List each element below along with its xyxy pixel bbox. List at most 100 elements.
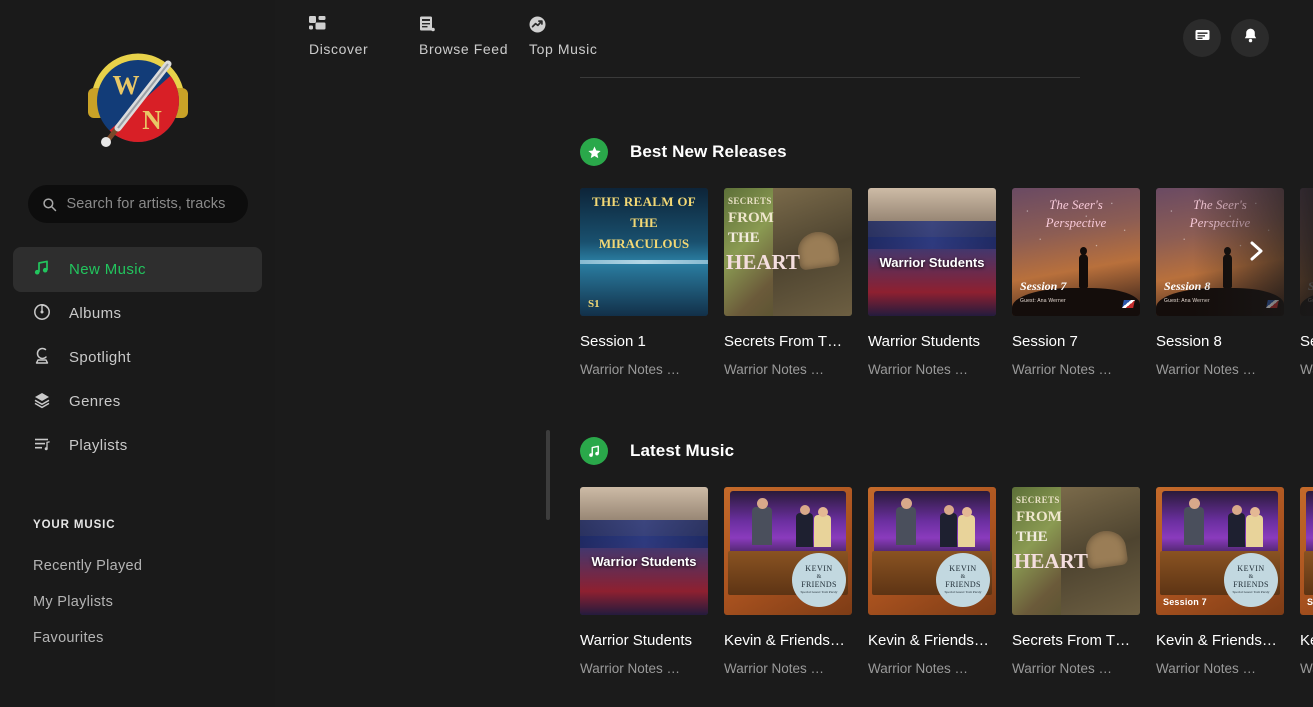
album-artist: Warrior Notes … [724, 362, 825, 377]
section-latest-music: Latest Music Warrior Students Warrior St… [275, 437, 1313, 676]
album-artist: Warrior Notes … [1012, 661, 1113, 676]
sidebar-nav: New Music Albums Spotlight Genres Playli… [0, 247, 275, 467]
album-card[interactable]: KEVIN & FRIENDS Special Guest: Tom Parsl… [724, 487, 868, 676]
album-cover[interactable]: The Seer's Perspective Session 1 Guest: … [1300, 188, 1313, 316]
star-circle-icon [580, 138, 608, 166]
tab-top-music[interactable]: Top Music [529, 14, 639, 57]
album-cover[interactable]: Warrior Students [868, 188, 996, 316]
album-cover[interactable]: KEVIN & FRIENDS Special Guest: Tom Parsl… [1156, 487, 1284, 615]
cover-text: Warrior Students [879, 254, 985, 270]
album-artist: Warrior Notes … [868, 661, 969, 676]
album-title: Secrets From T… [1012, 632, 1131, 649]
cover-session-label: Session 7 [1163, 597, 1207, 607]
album-cover[interactable]: KEVIN & FRIENDS Special Guest: Tom Parsl… [868, 487, 996, 615]
card-row: THE REALM OF THE MIRACULOUS S1 Session 1… [580, 188, 1313, 377]
sidebar-item-my-playlists[interactable]: My Playlists [0, 584, 275, 620]
album-title: Warrior Students [868, 333, 980, 350]
album-title: Secrets From T… [724, 333, 843, 350]
cover-text: FRIENDS [1233, 579, 1269, 589]
sidebar-item-label: Playlists [69, 437, 128, 454]
music-note-circle-icon [580, 437, 608, 465]
search-input[interactable]: Search for artists, tracks [27, 185, 248, 223]
album-cover[interactable]: THE REALM OF THE MIRACULOUS S1 [580, 188, 708, 316]
svg-text:W: W [112, 70, 139, 100]
album-card[interactable]: The Seer's Perspective Session 1 Guest: … [1300, 188, 1313, 377]
sidebar-item-spotlight[interactable]: Spotlight [13, 335, 262, 380]
sidebar-item-playlists[interactable]: Playlists [13, 423, 262, 468]
next-arrow-button[interactable] [1241, 236, 1271, 266]
album-title: Session 8 [1156, 333, 1222, 350]
cover-text: Perspective [1045, 215, 1107, 230]
album-artist: Warrior Notes … [1012, 362, 1113, 377]
album-artist: Warrior Notes … [1300, 661, 1313, 676]
cover-text: THE [630, 215, 658, 230]
sidebar-item-label: New Music [69, 261, 146, 278]
chevron-right-icon [1250, 241, 1263, 261]
sidebar-item-recently-played[interactable]: Recently Played [0, 548, 275, 584]
album-title: Kevin & Friends… [1156, 632, 1277, 649]
cover-text: Warrior Students [591, 553, 697, 569]
album-artist: Warrior Notes … [1156, 362, 1257, 377]
album-card[interactable]: SECRETS FROM THE HEART Secrets From T… W… [1012, 487, 1156, 676]
kevin-friends-badge: KEVIN & FRIENDS Special Guest: Tom Parsl… [1224, 553, 1278, 607]
tab-label: Browse Feed [419, 41, 509, 57]
bell-icon [1242, 27, 1259, 49]
album-title: Session 7 [1012, 333, 1078, 350]
kevin-friends-badge: KEVIN & FRIENDS Special Guest: Tom Parsl… [792, 553, 846, 607]
album-title: Warrior Students [580, 632, 692, 649]
sidebar-item-favourites[interactable]: Favourites [0, 620, 275, 656]
album-cover[interactable]: Warrior Students [580, 487, 708, 615]
album-card[interactable]: Warrior Students Warrior Students Warrio… [580, 487, 724, 676]
messages-button[interactable] [1183, 19, 1221, 57]
warrior-notes-logo: W N [68, 28, 208, 163]
album-card[interactable]: SECRETS FROM THE HEART Secrets From T… W… [724, 188, 868, 377]
album-card[interactable]: KEVIN & FRIENDS Special Guest: Tom Parsl… [868, 487, 1012, 676]
cover-session-label: Session 7 [1020, 279, 1067, 293]
feed-document-icon [419, 14, 529, 34]
vertical-scrollbar[interactable] [546, 430, 550, 520]
tab-label: Top Music [529, 41, 598, 57]
album-artist: Warrior Notes … [1300, 362, 1313, 377]
sidebar-subitem-label: Recently Played [33, 558, 143, 574]
cover-text: The Seer's [1049, 197, 1103, 212]
album-card[interactable]: The Seer's Perspective Session 7 Guest: … [1012, 188, 1156, 377]
sidebar-subitem-label: Favourites [33, 630, 104, 646]
cover-text: Perspective [1300, 215, 1313, 231]
album-card[interactable]: KEVIN & FRIENDS Special Guest: Tom Parsl… [1156, 487, 1300, 676]
album-cover[interactable]: SECRETS FROM THE HEART [724, 188, 852, 316]
sidebar-item-albums[interactable]: Albums [13, 291, 262, 336]
spotlight-icon [33, 347, 51, 369]
sidebar-section-title: YOUR MUSIC [33, 519, 116, 531]
cover-text: The Seer's [1300, 197, 1313, 213]
album-card[interactable]: THE REALM OF THE MIRACULOUS S1 Session 1… [580, 188, 724, 377]
top-actions [1183, 19, 1269, 57]
album-cover[interactable]: KEVIN & FRIENDS Special Guest: Tom Parsl… [1300, 487, 1313, 615]
cover-text: Special Guest: Tom Parsly [800, 589, 838, 594]
album-title: Kevin & Friends… [1300, 632, 1313, 649]
album-artist: Warrior Notes … [724, 661, 825, 676]
cover-text: FROM [1016, 509, 1062, 525]
sidebar: W N Search for artists, tracks New Music… [0, 0, 275, 707]
tab-discover[interactable]: Discover [309, 14, 419, 57]
sidebar-item-new-music[interactable]: New Music [13, 247, 262, 292]
album-card[interactable]: KEVIN & FRIENDS Special Guest: Tom Parsl… [1300, 487, 1313, 676]
album-cover[interactable]: SECRETS FROM THE HEART [1012, 487, 1140, 615]
cover-session-label: Session 6 [1307, 597, 1313, 607]
tabs-divider [580, 77, 1080, 78]
cover-text: KEVIN [949, 564, 977, 574]
album-cover[interactable]: KEVIN & FRIENDS Special Guest: Tom Parsl… [724, 487, 852, 615]
message-icon [1194, 27, 1211, 49]
album-artist: Warrior Notes … [580, 661, 681, 676]
notifications-button[interactable] [1231, 19, 1269, 57]
album-title: Session 1 [580, 333, 646, 350]
album-card[interactable]: The Seer's Perspective Session 8 Guest: … [1156, 188, 1300, 377]
search-placeholder: Search for artists, tracks [66, 196, 226, 212]
cover-text: Perspective [1189, 215, 1251, 230]
cover-text: KEVIN [805, 564, 833, 574]
trending-up-circle-icon [529, 14, 639, 34]
cover-text: SECRETS [728, 196, 772, 206]
tab-browse-feed[interactable]: Browse Feed [419, 14, 529, 57]
album-card[interactable]: Warrior Students Warrior Students Warrio… [868, 188, 1012, 377]
album-cover[interactable]: The Seer's Perspective Session 7 Guest: … [1012, 188, 1140, 316]
sidebar-item-genres[interactable]: Genres [13, 379, 262, 424]
